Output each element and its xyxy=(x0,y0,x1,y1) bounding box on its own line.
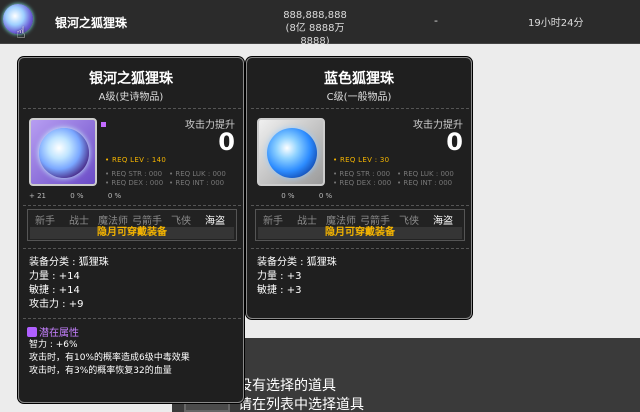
item-tooltip-galaxy-fox-orb: 银河之狐狸珠 A级(史诗物品) 攻击力提升 0 • REQ LEV : 140 … xyxy=(18,57,244,403)
divider xyxy=(23,248,241,249)
req-stats: • REQ STR : 000 • REQ LUK : 000 • REQ DEX… xyxy=(105,170,241,188)
req-dex: • REQ DEX : 000 xyxy=(333,179,392,187)
divider xyxy=(251,205,469,206)
req-str: • REQ STR : 000 xyxy=(333,170,391,178)
item-tooltip-blue-fox-orb: 蓝色狐狸珠 C级(一般物品) 攻击力提升 0 • REQ LEV : 30 • … xyxy=(246,57,472,319)
req-stats: • REQ STR : 000 • REQ LUK : 000 • REQ DEX… xyxy=(333,170,469,188)
job-requirements: 新手 战士 魔法师 弓箭手 飞侠 海盗 隐月可穿戴装备 xyxy=(27,209,237,241)
stat-dex: 敏捷 : +3 xyxy=(257,285,302,296)
stat-category: 装备分类 : 狐狸珠 xyxy=(29,257,109,268)
hint-bar: 隐月可穿戴装备 xyxy=(30,227,234,239)
job-bowman: 弓箭手 xyxy=(132,216,162,227)
job-beginner: 新手 xyxy=(35,216,55,227)
req-str: • REQ STR : 000 xyxy=(105,170,163,178)
potential-line: 攻击时，有10%的概率造成6级中毒效果 xyxy=(29,353,190,363)
badge-pct-b: 0 % xyxy=(107,192,122,200)
attack-increase-value: 0 xyxy=(446,128,463,156)
job-thief: 飞侠 xyxy=(171,216,191,227)
item-grade: A级(史诗物品) xyxy=(98,92,164,103)
stat-dex: 敏捷 : +14 xyxy=(29,285,80,296)
item-title: 银河之狐狸珠 xyxy=(89,71,173,87)
stat-str: 力量 : +3 xyxy=(257,271,302,282)
stat-str: 力量 : +14 xyxy=(29,271,80,282)
divider xyxy=(23,108,241,109)
hand-cursor-icon: ☝ xyxy=(16,23,26,42)
item-image-frame xyxy=(29,118,97,186)
attack-increase-value: 0 xyxy=(218,128,235,156)
job-list: 新手 战士 魔法师 弓箭手 飞侠 海盗 xyxy=(256,212,464,227)
badge-pct-a: 0 % xyxy=(281,192,295,200)
row-dash: - xyxy=(434,14,438,27)
req-dex: • REQ DEX : 000 xyxy=(105,179,164,187)
potential-header: 潜在属性 xyxy=(27,324,79,339)
empty-state-subtitle: 请在列表中选择道具 xyxy=(238,397,364,412)
req-luk: • REQ LUK : 000 xyxy=(169,170,226,178)
potential-line: 智力 : +6% xyxy=(29,340,78,350)
auction-list-row[interactable]: ☝ 银河之狐狸珠 888,888,888 (8亿 8888万 8888) - 1… xyxy=(0,0,640,47)
item-badges: 0 % 0 % xyxy=(257,192,467,200)
empty-state-title: 没有选择的道具 xyxy=(238,378,336,394)
stat-attack: 攻击力 : +9 xyxy=(29,299,84,310)
job-warrior: 战士 xyxy=(297,216,317,227)
divider xyxy=(23,205,241,206)
job-beginner: 新手 xyxy=(263,216,283,227)
badge-pct-b: 0 % xyxy=(318,192,333,200)
item-grade: C级(一般物品) xyxy=(326,92,392,103)
job-thief: 飞侠 xyxy=(399,216,419,227)
job-magician: 魔法师 xyxy=(326,216,356,227)
job-requirements: 新手 战士 魔法师 弓箭手 飞侠 海盗 隐月可穿戴装备 xyxy=(255,209,465,241)
item-stats: 装备分类 : 狐狸珠 力量 : +3 敏捷 : +3 xyxy=(257,256,337,298)
row-item-name: 银河之狐狸珠 xyxy=(55,16,128,30)
blue-fox-orb-icon xyxy=(267,128,317,178)
job-warrior: 战士 xyxy=(69,216,89,227)
stat-category: 装备分类 : 狐狸珠 xyxy=(257,257,337,268)
job-bowman: 弓箭手 xyxy=(360,216,390,227)
divider xyxy=(23,318,241,319)
row-price-value: 888,888,888 xyxy=(283,10,347,21)
item-image-frame xyxy=(257,118,325,186)
job-magician: 魔法师 xyxy=(98,216,128,227)
wearable-hint: 隐月可穿戴装备 xyxy=(325,227,395,238)
item-badges: + 21 0 % 0 % xyxy=(29,192,239,200)
divider xyxy=(251,108,469,109)
job-list: 新手 战士 魔法师 弓箭手 飞侠 海盗 xyxy=(28,212,236,227)
req-luk: • REQ LUK : 000 xyxy=(397,170,454,178)
badge-pct-a: 0 % xyxy=(70,192,84,200)
hint-bar: 隐月可穿戴装备 xyxy=(258,227,462,239)
req-int: • REQ INT : 000 xyxy=(397,179,453,187)
potential-line: 攻击时，有3%的概率恢复32的血量 xyxy=(29,366,172,376)
req-level: • REQ LEV : 140 xyxy=(105,156,167,164)
req-int: • REQ INT : 000 xyxy=(169,179,225,187)
row-price: 888,888,888 (8亿 8888万 8888) xyxy=(270,9,360,48)
job-pirate: 海盗 xyxy=(205,216,225,227)
potential-icon xyxy=(27,327,37,337)
galaxy-fox-orb-icon xyxy=(39,128,89,178)
epic-rank-icon xyxy=(101,122,106,127)
badge-upgrade: + 21 xyxy=(29,192,46,200)
divider xyxy=(251,248,469,249)
potential-title: 潜在属性 xyxy=(39,328,79,339)
wearable-hint: 隐月可穿戴装备 xyxy=(97,227,167,238)
row-price-detail: (8亿 8888万 8888) xyxy=(285,23,345,47)
req-level: • REQ LEV : 30 xyxy=(333,156,390,164)
row-time-left: 19小时24分 xyxy=(528,18,584,29)
potential-lines: 智力 : +6% 攻击时，有10%的概率造成6级中毒效果 攻击时，有3%的概率恢… xyxy=(29,339,190,378)
job-pirate: 海盗 xyxy=(433,216,453,227)
item-title: 蓝色狐狸珠 xyxy=(324,71,394,87)
item-stats: 装备分类 : 狐狸珠 力量 : +14 敏捷 : +14 攻击力 : +9 xyxy=(29,256,109,312)
